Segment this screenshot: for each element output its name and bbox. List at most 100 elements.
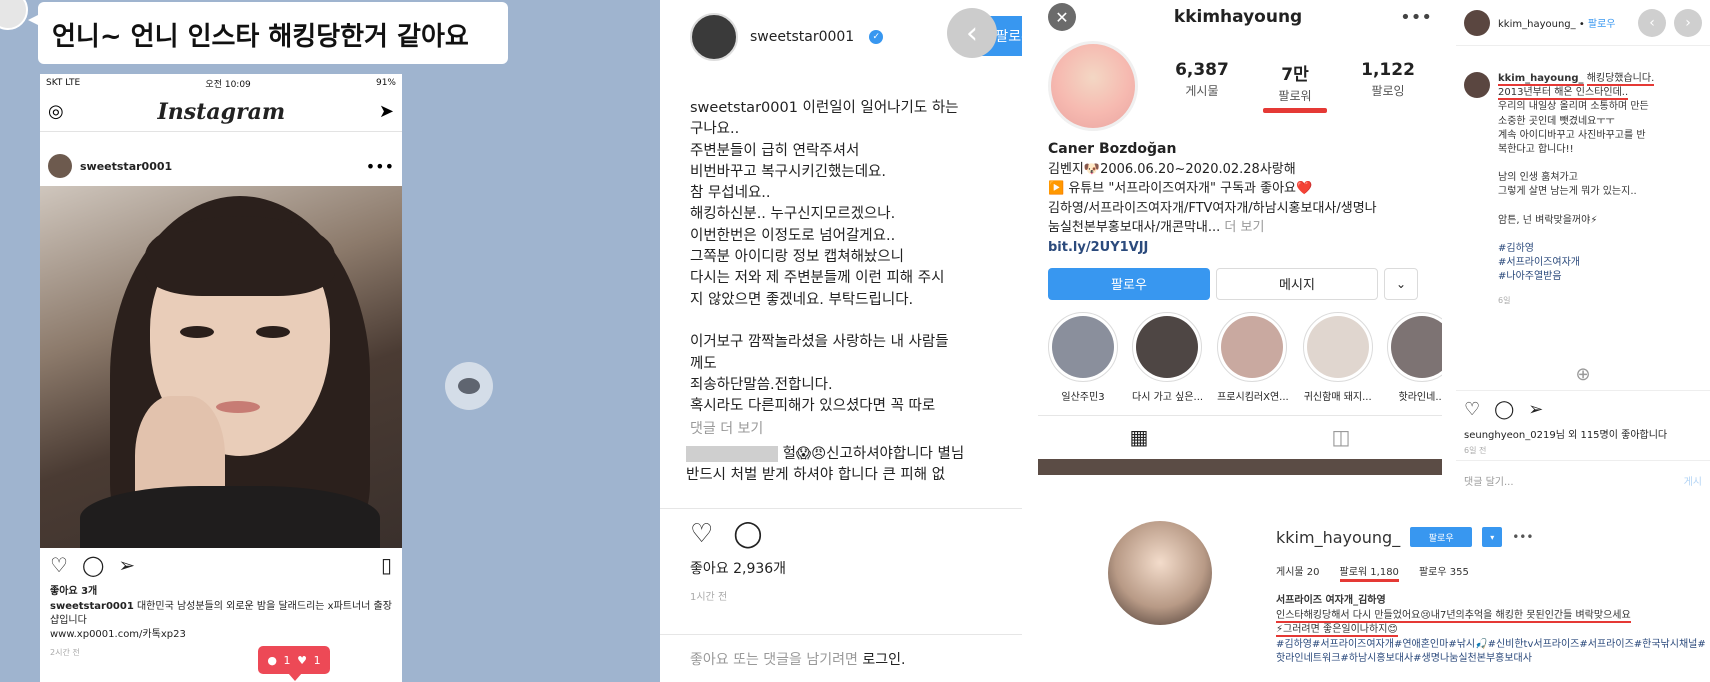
- comment-panel: sweetstar0001 ✓ 팔로우 ‹ sweetstar0001 이런일이…: [660, 0, 1022, 682]
- comment-notif-count: 1: [283, 653, 291, 667]
- caption-link[interactable]: www.xp0001.com/카톡xp23: [50, 629, 186, 640]
- following-stat[interactable]: 1,122 팔로잉: [1361, 60, 1415, 113]
- author-name[interactable]: sweetstar0001: [750, 29, 854, 45]
- followers-label: 팔로워: [1278, 88, 1312, 103]
- bio-line-3: 김하영/서프라이즈여자개/FTV여자개/하남시홍보대사/생명나: [1048, 200, 1377, 216]
- sender-avatar: [0, 0, 28, 30]
- bio-line-2: ▶️ 유튜브 "서프라이즈여자개" 구독과 좋아요❤️: [1048, 181, 1313, 197]
- profile-bio: Caner Bozdoğan 김벤지🐶2006.06.20~2020.02.28…: [1038, 138, 1442, 260]
- close-icon[interactable]: ✕: [1048, 3, 1076, 31]
- app-header: ◎ Instagram ➤: [40, 92, 402, 132]
- like-count: 좋아요 2,936개: [690, 561, 787, 577]
- highlight-item[interactable]: 귀신함매 돼지...: [1302, 311, 1373, 403]
- comment-icon[interactable]: ◯: [733, 519, 762, 549]
- bio-line-1: 김벤지🐶2006.06.20~2020.02.28사랑해: [1048, 161, 1296, 177]
- chat-bubble-icon[interactable]: [445, 362, 493, 410]
- view-more-comments-link[interactable]: 댓글 더 보기: [660, 414, 1022, 444]
- more-options-icon[interactable]: •••: [366, 157, 394, 176]
- comment-icon[interactable]: ◯: [1494, 399, 1514, 420]
- chat-panel: 언니~ 언니 인스타 해킹당한거 같아요 SKT LTE 오전 10:09 91…: [0, 0, 660, 682]
- posts-stat[interactable]: 6,387 게시물: [1175, 60, 1229, 113]
- profile-info: kkim_hayoung_ 팔로우 ▾ ••• 게시물 20 팔로워 1,180…: [1276, 527, 1708, 667]
- more-options-icon[interactable]: •••: [1400, 7, 1432, 28]
- bio-line-4: 눔실천본부홍보대사/개콘막내...: [1048, 220, 1221, 236]
- dropdown-arrow-icon[interactable]: ▾: [1482, 527, 1503, 547]
- tagged-icon[interactable]: ◫: [1240, 416, 1442, 459]
- caption-author[interactable]: kkim_hayoung_: [1498, 73, 1584, 86]
- see-more-link[interactable]: 더 보기: [1224, 220, 1264, 235]
- bio-line-1: 인스타해킹당해서 다시 만들었어요😢내7년의추억을 해킹한 못된인간들 벼락맞으…: [1276, 609, 1631, 623]
- message-button[interactable]: 메시지: [1216, 267, 1378, 300]
- action-bar: ♡ ◯ ➢: [1456, 390, 1710, 426]
- share-icon[interactable]: ➢: [118, 553, 135, 577]
- activity-notification[interactable]: ● 1 ♥ 1: [258, 646, 330, 681]
- highlight-item[interactable]: 프로시킴러X연...: [1217, 311, 1289, 403]
- post-header: sweetstar0001 •••: [40, 146, 402, 186]
- bio-line-2: ⚡그러려면 좋은일이나하지😊: [1276, 624, 1398, 638]
- post-time: 1시간 전: [690, 592, 728, 603]
- author-name[interactable]: kkim_hayoung_: [1498, 19, 1576, 30]
- grid-icon[interactable]: ▦: [1038, 416, 1240, 459]
- followers-stat[interactable]: 팔로워 1,180: [1339, 563, 1399, 582]
- posts-stat[interactable]: 게시물 20: [1276, 563, 1320, 582]
- following-stat[interactable]: 팔로우 355: [1419, 563, 1469, 582]
- post-author-avatar[interactable]: [48, 154, 72, 178]
- caption-line-5: 계속 아이디바꾸고 사진바꾸고를 반: [1498, 129, 1646, 141]
- caption-author[interactable]: sweetstar0001: [50, 601, 134, 612]
- bio-link[interactable]: bit.ly/2UY1VJJ: [1048, 238, 1432, 258]
- hashtag[interactable]: #김하영: [1498, 242, 1654, 256]
- profile-name-row: kkim_hayoung_ 팔로우 ▾ •••: [1276, 527, 1708, 547]
- comment-input[interactable]: 댓글 달기...: [1464, 473, 1514, 488]
- comment-icon[interactable]: ◯: [82, 553, 104, 577]
- more-options-icon[interactable]: •••: [1512, 530, 1533, 544]
- hashtag[interactable]: #나아주열받음: [1498, 270, 1654, 284]
- follow-button[interactable]: 팔로우: [1048, 267, 1210, 300]
- profile-actions: 팔로우 메시지 ⌄: [1038, 260, 1442, 308]
- post-photo[interactable]: [40, 186, 402, 548]
- load-more-icon[interactable]: ⊕: [1456, 362, 1710, 390]
- follow-button[interactable]: 팔로우: [1410, 527, 1473, 547]
- followers-count: 7만: [1281, 64, 1309, 85]
- prev-arrow-icon[interactable]: ‹: [1638, 8, 1666, 37]
- hashtag[interactable]: #서프라이즈여자개: [1498, 256, 1654, 270]
- post-caption: kkim_hayoung_ 해킹당했습니다. 2013년부터 해온 인스타인데.…: [1456, 46, 1710, 362]
- following-count: 1,122: [1361, 59, 1415, 80]
- bio-hashtags[interactable]: #김하영#서프라이즈여자개#연애혼인마#낚시🎣#신비한tv서프라이즈#서프라이즈…: [1276, 638, 1708, 667]
- highlight-item[interactable]: 핫라인네...: [1386, 311, 1442, 403]
- screenshot-collage: 언니~ 언니 인스타 해킹당한거 같아요 SKT LTE 오전 10:09 91…: [0, 0, 1710, 682]
- heart-icon[interactable]: ♡: [50, 553, 68, 577]
- profile-avatar[interactable]: [1048, 41, 1138, 131]
- share-icon[interactable]: ➢: [1528, 399, 1543, 420]
- post-author-name[interactable]: sweetstar0001: [80, 160, 358, 173]
- highlight-label: 프로시킴러X연...: [1217, 391, 1289, 403]
- send-icon[interactable]: ➤: [379, 101, 394, 122]
- heart-icon[interactable]: ♡: [1464, 399, 1480, 420]
- caption-line-6: 복한다고 합니다!!: [1498, 144, 1574, 156]
- highlight-thumbnail: [1386, 311, 1442, 382]
- highlight-item[interactable]: 다시 가고 싶은...: [1132, 311, 1203, 403]
- carrier-label: SKT LTE: [46, 78, 81, 88]
- posts-label: 게시물: [1185, 83, 1219, 98]
- highlight-thumbnail: [1217, 311, 1288, 382]
- highlight-item[interactable]: 일산주민3: [1048, 311, 1118, 403]
- post-comment-button[interactable]: 게시: [1684, 473, 1702, 488]
- bookmark-icon[interactable]: ▯: [381, 553, 392, 577]
- caption-avatar[interactable]: [1464, 72, 1490, 98]
- caption-line-4: 소중한 곳인데 뺏겼네요ㅜㅜ: [1498, 115, 1615, 127]
- post-action-bar: ♡ ◯ ➢ ▯: [40, 548, 402, 582]
- follow-link[interactable]: 팔로우: [1588, 19, 1616, 30]
- heart-icon[interactable]: ♡: [690, 519, 713, 549]
- followers-stat[interactable]: 7만 팔로워: [1262, 60, 1327, 113]
- old-profile-panel: kkim_hayoung_ 팔로우 ▾ ••• 게시물 20 팔로워 1,180…: [1038, 505, 1710, 682]
- profile-avatar[interactable]: [1108, 521, 1212, 625]
- back-arrow-icon[interactable]: ‹: [947, 8, 997, 58]
- next-arrow-icon[interactable]: ›: [1674, 8, 1702, 37]
- chevron-down-icon[interactable]: ⌄: [1384, 267, 1418, 300]
- battery-label: 91%: [375, 78, 396, 88]
- author-avatar[interactable]: [690, 13, 738, 61]
- caption-line-8: 그렇게 살면 남는게 뭐가 있는지..: [1498, 186, 1637, 198]
- camera-icon[interactable]: ◎: [48, 101, 64, 122]
- author-avatar[interactable]: [1464, 9, 1490, 36]
- login-link[interactable]: 로그인.: [862, 652, 905, 668]
- app-logo: Instagram: [157, 98, 286, 125]
